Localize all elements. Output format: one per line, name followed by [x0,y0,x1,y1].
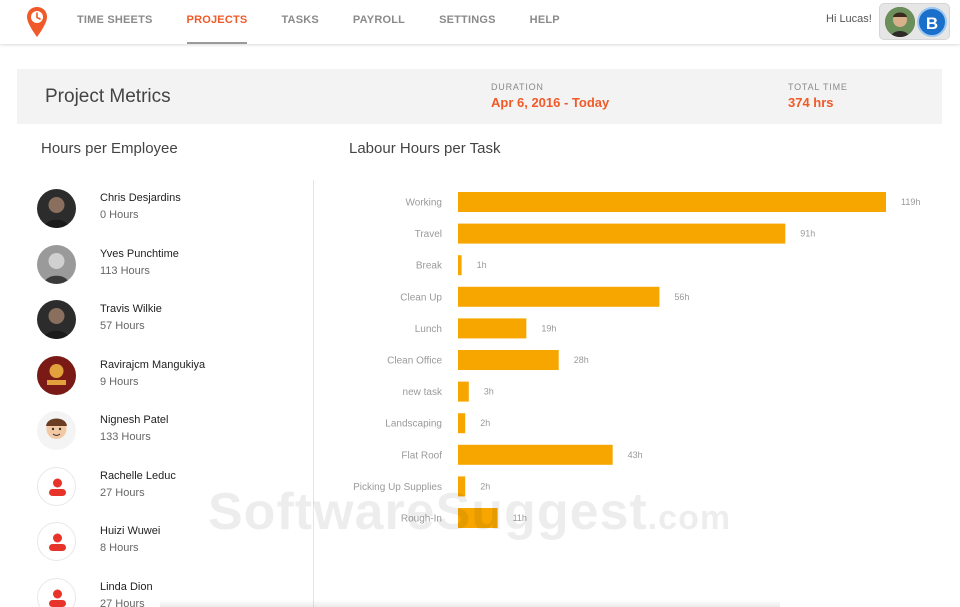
employees-section-title: Hours per Employee [41,140,178,157]
task-value-label: 1h [477,260,487,270]
employee-row[interactable]: Nignesh Patel 133 Hours [37,410,297,450]
employee-hours: 113 Hours [100,264,150,277]
employee-row[interactable]: Ravirajcm Mangukiya 9 Hours [37,355,297,395]
total-time-value: 374 hrs [788,95,834,110]
task-bar[interactable] [458,444,613,465]
person-placeholder-icon [37,522,76,561]
task-bar[interactable] [458,286,660,307]
task-label: Rough-In [401,514,442,525]
nav-item-tasks[interactable]: TASKS [264,0,335,44]
employee-name: Huizi Wuwei [100,525,161,537]
column-divider [313,180,314,607]
employee-hours: 9 Hours [100,375,139,388]
total-time-label: TOTAL TIME [788,82,848,92]
bottom-shadow [160,600,780,607]
employee-hours: 27 Hours [100,486,145,499]
task-bar[interactable] [458,223,786,244]
task-label: Flat Roof [401,450,442,461]
main-nav: TIME SHEETS PROJECTS TASKS PAYROLL SETTINGS H… [60,0,577,44]
employee-hours: 0 Hours [100,209,139,221]
task-value-label: 119h [901,197,920,207]
location-clock-logo-icon[interactable] [26,6,48,38]
person-placeholder-icon [37,466,76,506]
employee-name: Chris Desjardins [100,192,181,204]
employee-avatar [37,411,76,450]
employee-hours: 8 Hours [100,542,139,554]
employee-hours: 27 Hours [100,597,145,607]
employee-avatar [37,189,76,228]
nav-item-time-sheets[interactable]: TIME SHEETS [60,0,170,44]
task-value-label: 43h [628,450,643,460]
top-navigation-bar: TIME SHEETS PROJECTS TASKS PAYROLL SETTINGS H… [0,0,960,44]
task-bar[interactable] [458,350,559,370]
task-label: Clean Office [387,356,442,367]
task-bar[interactable] [458,318,527,339]
user-avatar[interactable] [885,7,915,37]
employee-name: Linda Dion [100,580,153,593]
task-label: Landscaping [385,419,442,430]
task-value-label: 3h [484,387,494,397]
task-value-label: 56h [674,292,689,302]
employee-avatar [37,244,76,284]
employee-row[interactable]: Chris Desjardins 0 Hours [37,188,297,228]
task-value-label: 19h [541,323,556,333]
duration-metric: DURATION Apr 6, 2016 - Today [491,82,609,110]
task-label: Picking Up Supplies [353,482,442,493]
task-value-label: 91h [800,229,815,239]
task-bar[interactable] [458,255,462,276]
duration-label: DURATION [491,82,544,92]
employee-name: Travis Wilkie [100,303,162,315]
nav-item-payroll[interactable]: PAYROLL [336,0,422,44]
task-label: Travel [415,229,442,240]
employee-name: Rachelle Leduc [100,469,176,482]
employee-row[interactable]: Huizi Wuwei 8 Hours [37,521,297,561]
task-label: Lunch [415,324,442,335]
employee-name: Nignesh Patel [100,414,169,426]
nav-item-settings[interactable]: SETTINGS [422,0,513,44]
total-time-metric: TOTAL TIME 374 hrs [788,82,848,110]
employee-avatar [37,300,76,339]
task-value-label: 2h [480,481,490,491]
task-value-label: 28h [574,355,589,365]
task-value-label: 2h [480,418,490,428]
task-value-label: 11h [513,513,527,523]
task-bar[interactable] [458,476,466,497]
task-label: Clean Up [400,292,442,303]
employee-name: Yves Punchtime [100,247,179,260]
nav-item-help[interactable]: HELP [513,0,577,44]
labour-hours-chart: Working 119h Travel 91h Break 1h Clean Up 56h Lu… [353,192,920,528]
employee-hours: 57 Hours [100,320,145,332]
task-bar[interactable] [458,192,886,212]
task-bar[interactable] [458,413,466,434]
nav-item-projects[interactable]: PROJECTS [170,0,265,44]
duration-value[interactable]: Apr 6, 2016 - Today [491,95,609,110]
account-switcher[interactable]: B [879,3,950,40]
employee-row[interactable]: Travis Wilkie 57 Hours [37,299,297,339]
task-label: Break [416,261,443,272]
task-bar[interactable] [458,381,469,402]
task-bar[interactable] [458,508,498,528]
person-placeholder-icon [37,577,76,607]
employee-name: Ravirajcm Mangukiya [100,358,206,371]
employee-avatar [37,355,76,395]
employee-row[interactable]: Yves Punchtime 113 Hours [37,244,297,284]
employee-hours: 133 Hours [100,431,151,443]
page-title: Project Metrics [45,86,171,107]
project-metrics-header: Project Metrics DURATION Apr 6, 2016 - T… [17,69,942,124]
user-greeting: Hi Lucas! [826,13,872,25]
employee-row[interactable]: Rachelle Leduc 27 Hours [37,466,297,506]
task-label: Working [406,198,443,209]
task-label: new task [403,387,443,398]
business-badge-icon[interactable]: B [917,7,947,37]
chart-section-title: Labour Hours per Task [349,140,501,157]
